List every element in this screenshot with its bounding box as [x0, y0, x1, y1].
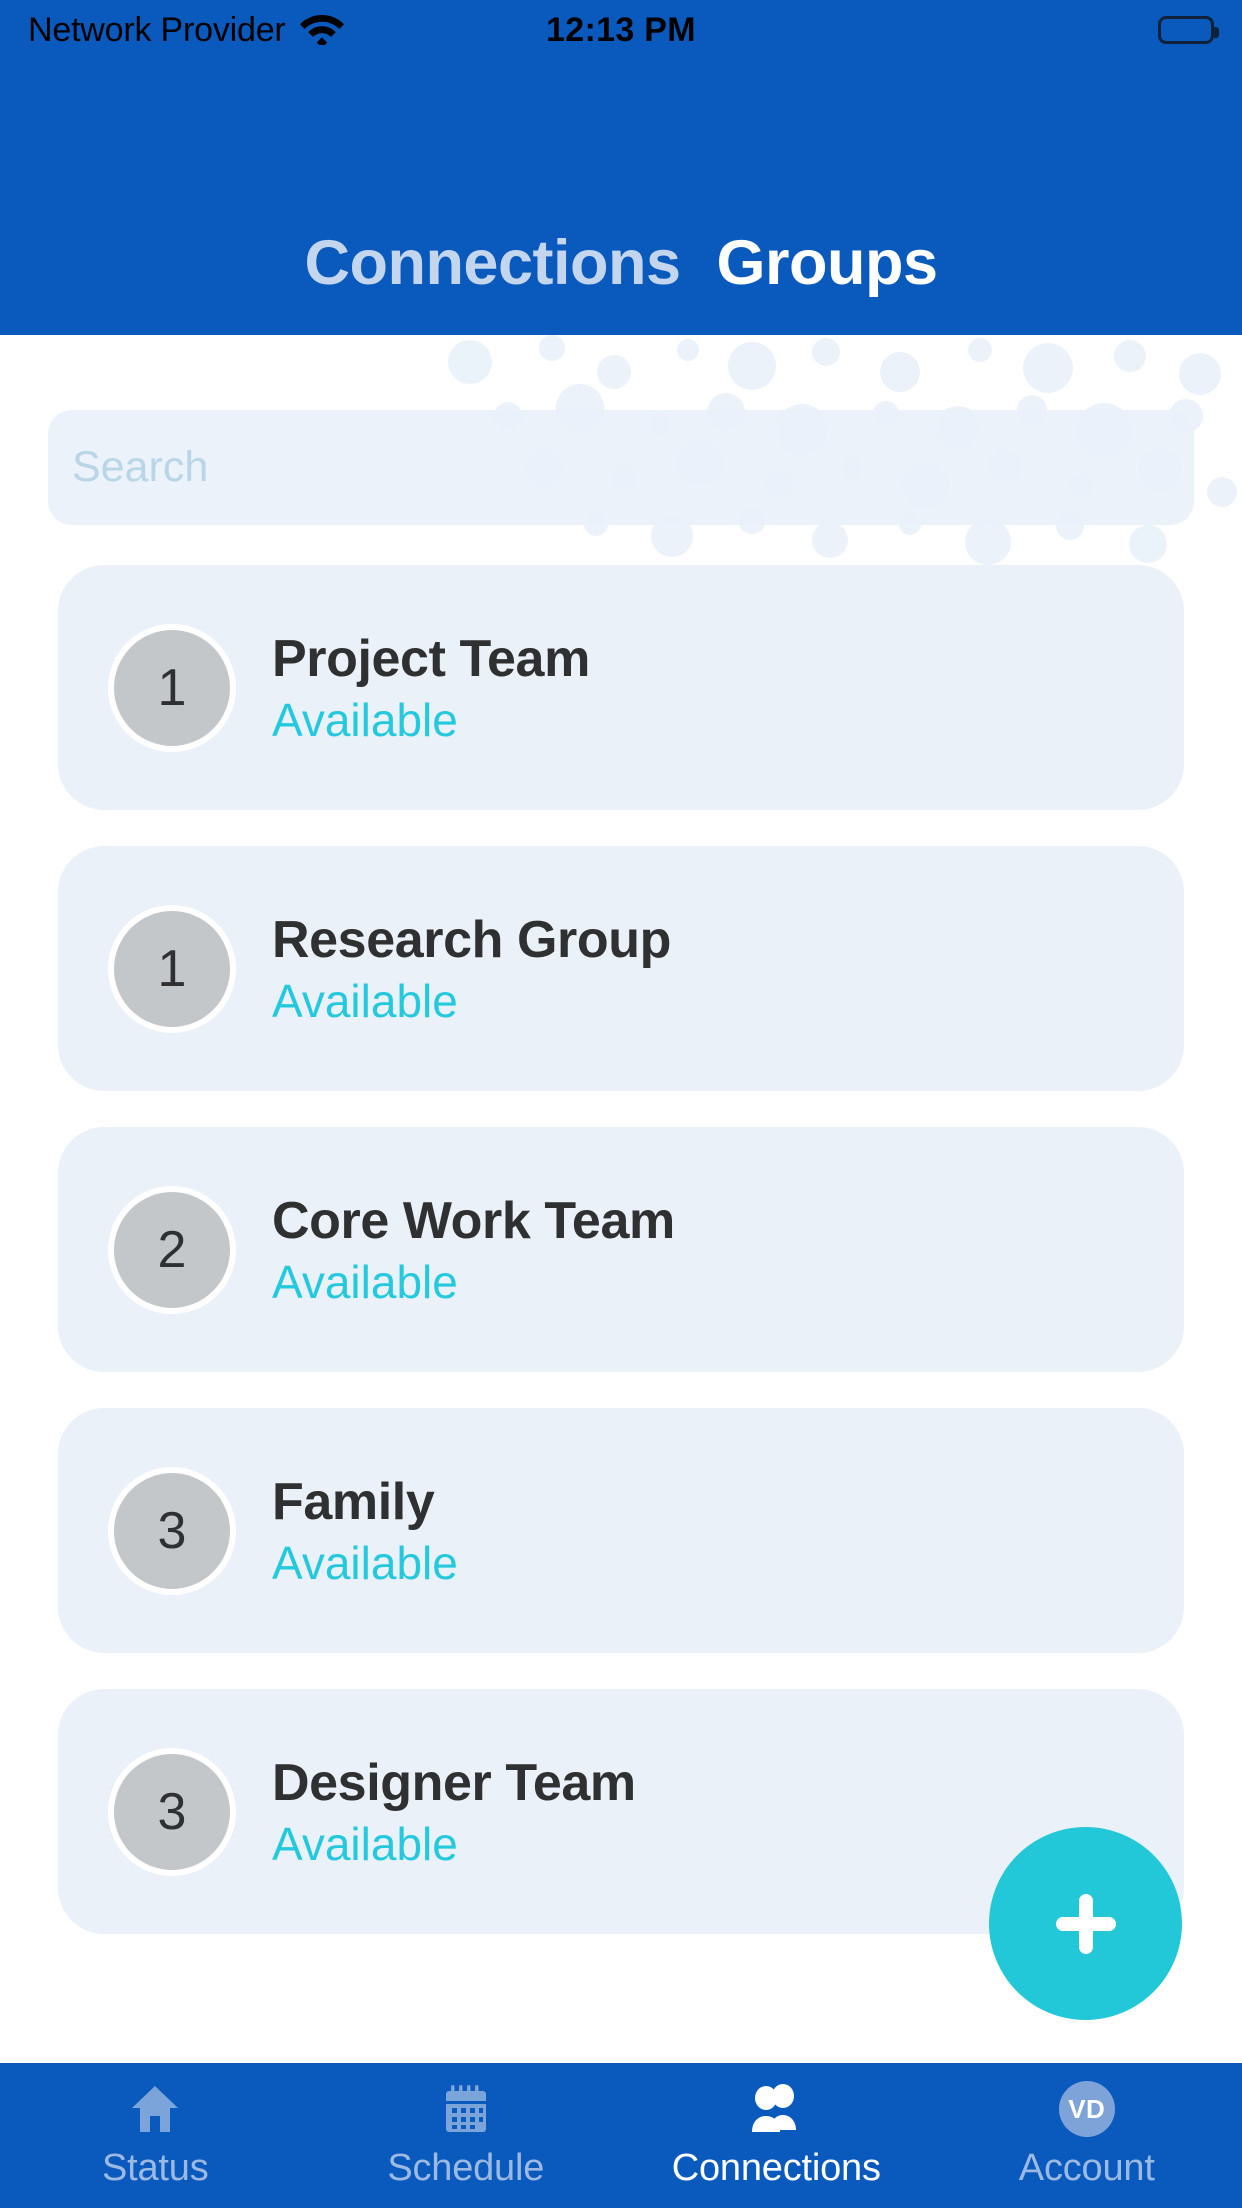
- list-item-text: Family Available: [272, 1472, 458, 1590]
- avatar-initial: 1: [157, 658, 187, 717]
- status-badge: Available: [272, 1255, 458, 1308]
- nav-label: Schedule: [387, 2147, 545, 2189]
- group-name: Research Group: [272, 910, 671, 969]
- list-item-text: Project Team Available: [272, 629, 590, 747]
- people-icon: [747, 2081, 805, 2137]
- status-badge: Available: [272, 1536, 458, 1589]
- status-bar: Network Provider 12:13 PM: [0, 0, 1242, 60]
- avatar: 3: [108, 1466, 236, 1595]
- list-item-text: Core Work Team Available: [272, 1191, 675, 1309]
- add-group-button[interactable]: [989, 1827, 1182, 2020]
- group-name: Project Team: [272, 629, 590, 688]
- avatar-initials: VD: [1068, 2093, 1106, 2124]
- battery-full-icon: [1158, 16, 1219, 44]
- avatar-initial: 1: [157, 939, 187, 998]
- group-name: Designer Team: [272, 1753, 636, 1812]
- bottom-nav-bar: Status Schedule Connections VD Account: [0, 2063, 1242, 2208]
- avatar: 1: [108, 623, 236, 752]
- list-item-text: Research Group Available: [272, 910, 671, 1028]
- tab-connections[interactable]: Connections: [286, 227, 698, 299]
- group-name: Family: [272, 1472, 435, 1531]
- home-icon: [128, 2081, 182, 2137]
- search-placeholder: Search: [72, 443, 209, 491]
- avatar: 1: [108, 904, 236, 1033]
- list-item-text: Designer Team Available: [272, 1753, 636, 1871]
- nav-item-schedule[interactable]: Schedule: [311, 2063, 622, 2208]
- status-badge: Available: [272, 1817, 458, 1870]
- clock-label: 12:13 PM: [546, 10, 696, 49]
- wifi-icon: [299, 11, 344, 50]
- nav-item-account[interactable]: VD Account: [932, 2063, 1242, 2208]
- tab-groups[interactable]: Groups: [699, 227, 956, 299]
- nav-label: Account: [1018, 2147, 1155, 2189]
- nav-item-status[interactable]: Status: [0, 2063, 311, 2208]
- carrier-label: Network Provider: [28, 10, 286, 49]
- avatar-initial: 2: [157, 1220, 187, 1279]
- status-badge: Available: [272, 693, 458, 746]
- list-item[interactable]: 1 Research Group Available: [58, 846, 1184, 1091]
- status-badge: Available: [272, 974, 458, 1027]
- search-container: Search: [48, 410, 1194, 525]
- avatar-icon: VD: [1058, 2081, 1115, 2137]
- list-item[interactable]: 3 Family Available: [58, 1408, 1184, 1653]
- nav-label: Connections: [671, 2147, 881, 2189]
- status-bar-left: Network Provider: [28, 11, 344, 50]
- avatar: 3: [108, 1747, 236, 1876]
- avatar-initial: 3: [157, 1782, 187, 1841]
- calendar-icon: [439, 2081, 493, 2137]
- nav-item-connections[interactable]: Connections: [621, 2063, 932, 2208]
- group-name: Core Work Team: [272, 1191, 675, 1250]
- plus-icon: [1042, 1880, 1130, 1968]
- list-item[interactable]: 1 Project Team Available: [58, 565, 1184, 810]
- list-item[interactable]: 2 Core Work Team Available: [58, 1127, 1184, 1372]
- nav-label: Status: [101, 2147, 209, 2189]
- avatar: 2: [108, 1185, 236, 1314]
- status-bar-right: [1158, 16, 1219, 44]
- avatar-initial: 3: [157, 1501, 187, 1560]
- search-input[interactable]: Search: [48, 410, 1194, 525]
- top-tab-bar: Connections Groups: [0, 190, 1242, 335]
